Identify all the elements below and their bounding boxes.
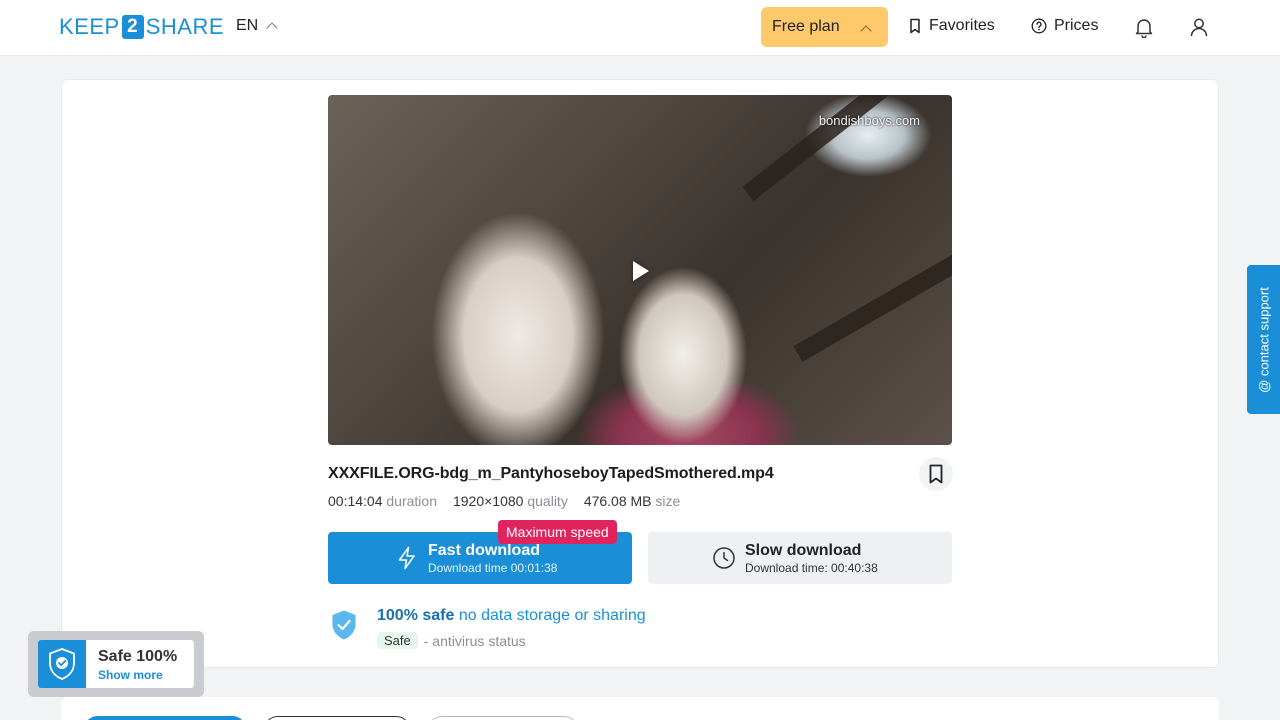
safety-rest: no data storage or sharing bbox=[458, 607, 646, 624]
antivirus-badge: Safe bbox=[377, 632, 418, 649]
roof-beam bbox=[793, 246, 952, 362]
slow-download-button[interactable]: Slow download Download time: 00:40:38 bbox=[648, 532, 952, 584]
safety-strong: 100% safe bbox=[377, 607, 455, 624]
size-label: size bbox=[655, 493, 681, 509]
quality-info: 1920×1080 quality bbox=[453, 493, 568, 509]
plan-label: Free plan bbox=[772, 18, 840, 35]
antivirus-status: Safe - antivirus status bbox=[377, 632, 526, 649]
show-more-link[interactable]: Show more bbox=[98, 668, 163, 682]
logo-text-left: KEEP bbox=[59, 14, 120, 39]
duration-info: 00:14:04 duration bbox=[328, 493, 437, 509]
maximum-speed-badge: Maximum speed bbox=[498, 520, 617, 544]
video-watermark: bondishboys.com bbox=[818, 113, 920, 128]
file-meta: 00:14:04 duration 1920×1080 quality 476.… bbox=[328, 493, 680, 509]
prices-label: Prices bbox=[1054, 17, 1099, 34]
duration-label: duration bbox=[386, 493, 437, 509]
notifications-button[interactable] bbox=[1131, 14, 1157, 40]
tab-secondary[interactable] bbox=[263, 716, 411, 720]
fast-download-time: Download time 00:01:38 bbox=[428, 561, 558, 575]
safe-widget-shield bbox=[38, 640, 86, 688]
plan-button[interactable]: Free plan bbox=[761, 7, 888, 47]
safe-widget-title: Safe 100% bbox=[98, 648, 178, 665]
safe-widget: Safe 100% Show more bbox=[28, 631, 204, 697]
slow-download-time: Download time: 00:40:38 bbox=[745, 561, 878, 575]
quality-label: quality bbox=[527, 493, 568, 509]
top-header: KEEP 2 SHARE EN Free plan Favorites Pric… bbox=[0, 0, 1280, 56]
keep2share-logo[interactable]: KEEP 2 SHARE bbox=[59, 14, 224, 40]
play-icon[interactable] bbox=[633, 261, 649, 281]
file-name: XXXFILE.ORG-bdg_m_PantyhoseboyTapedSmoth… bbox=[328, 465, 774, 482]
antivirus-label: - antivirus status bbox=[423, 632, 526, 649]
shield-check-icon bbox=[49, 648, 75, 680]
safety-statement: 100% safe no data storage or sharing bbox=[377, 607, 646, 625]
prices-link[interactable]: Prices bbox=[1031, 17, 1098, 35]
help-circle-icon bbox=[1031, 18, 1047, 34]
favorites-link[interactable]: Favorites bbox=[908, 17, 995, 35]
chevron-up-icon bbox=[860, 25, 872, 37]
safe-widget-card[interactable]: Safe 100% Show more bbox=[38, 640, 194, 688]
bell-icon bbox=[1135, 19, 1153, 38]
contact-support-label: @ contact support bbox=[1256, 286, 1271, 393]
contact-support-tab[interactable]: @ contact support bbox=[1247, 265, 1280, 414]
account-button[interactable] bbox=[1186, 14, 1212, 40]
duration-value: 00:14:04 bbox=[328, 493, 383, 509]
fast-download-title: Fast download bbox=[428, 542, 540, 559]
bookmark-icon bbox=[929, 464, 943, 484]
lightning-icon bbox=[398, 546, 415, 570]
logo-text-right: SHARE bbox=[145, 14, 224, 39]
logo-badge: 2 bbox=[121, 15, 144, 39]
tab-tertiary[interactable] bbox=[427, 716, 579, 720]
favorites-label: Favorites bbox=[929, 17, 995, 34]
add-to-favorites-button[interactable] bbox=[919, 457, 953, 491]
size-info: 476.08 MB size bbox=[584, 493, 681, 509]
user-icon bbox=[1190, 18, 1208, 37]
size-value: 476.08 MB bbox=[583, 493, 652, 509]
video-preview[interactable]: bondishboys.com bbox=[328, 95, 952, 445]
bookmark-icon bbox=[910, 18, 920, 34]
roof-beam bbox=[742, 95, 952, 202]
language-selector[interactable]: EN bbox=[236, 17, 278, 35]
chevron-up-icon bbox=[266, 22, 278, 34]
clock-icon bbox=[713, 547, 735, 569]
slow-download-title: Slow download bbox=[745, 542, 862, 559]
shield-check-icon bbox=[332, 610, 356, 640]
language-label: EN bbox=[236, 17, 259, 34]
tab-primary[interactable] bbox=[83, 716, 247, 720]
quality-value: 1920×1080 bbox=[452, 493, 524, 509]
